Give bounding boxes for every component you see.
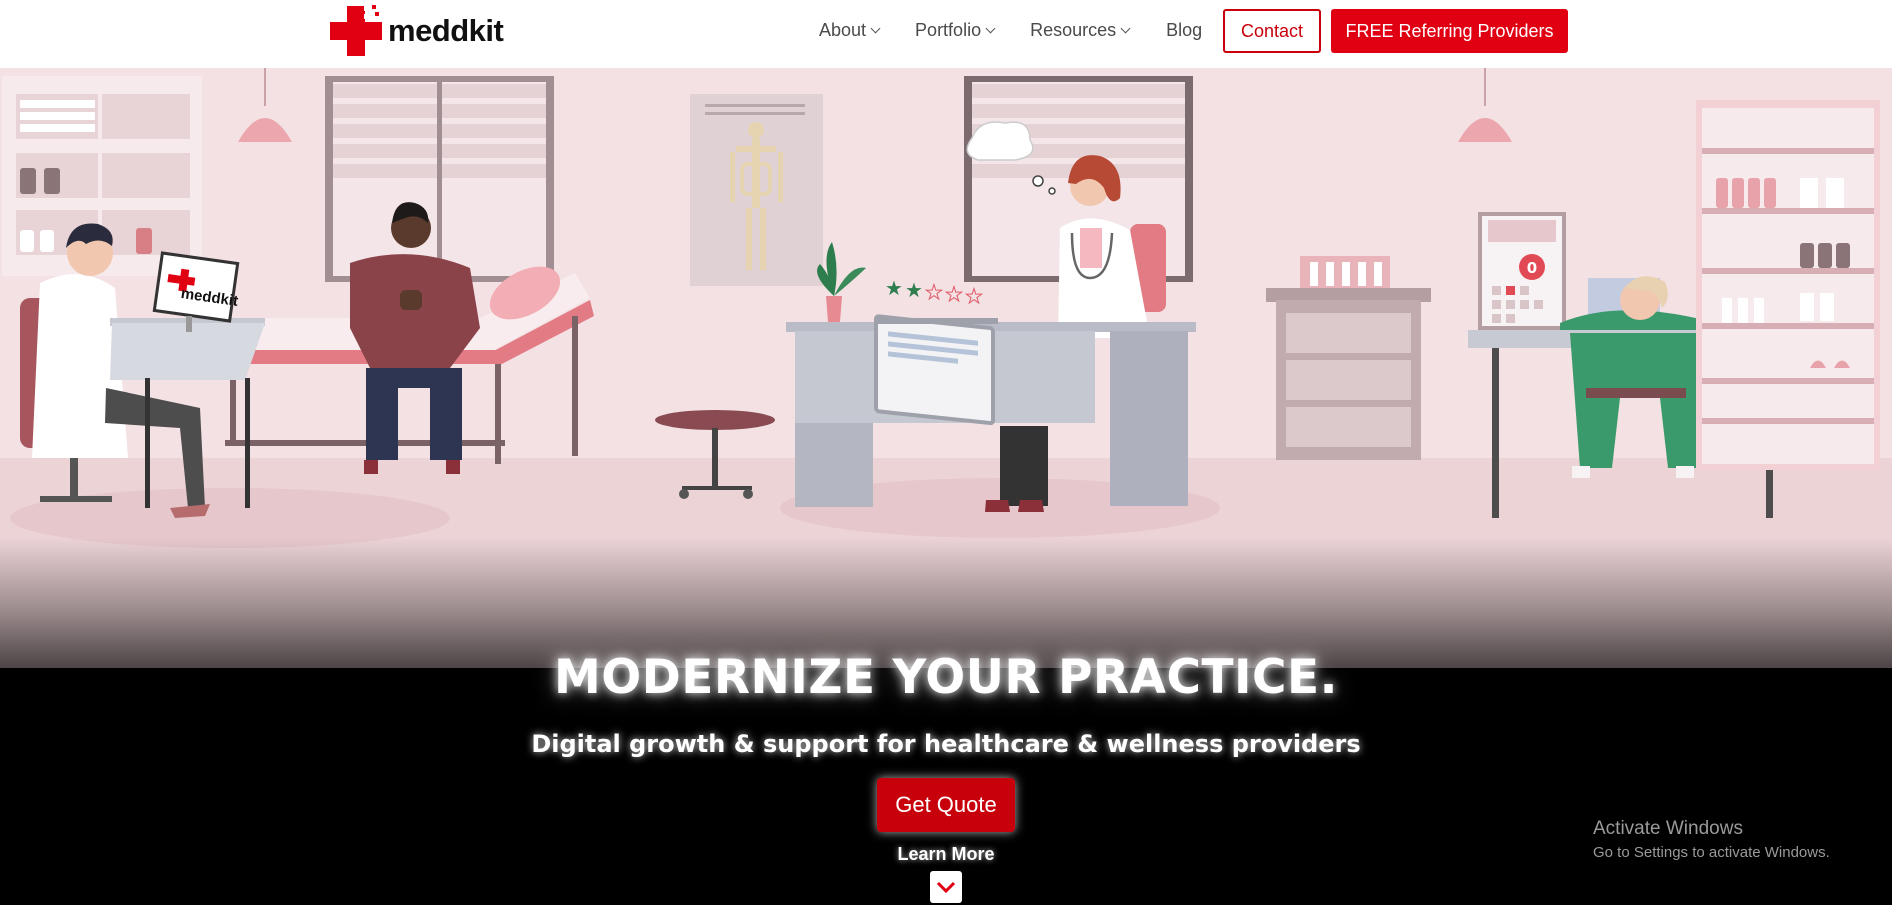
nav-portfolio[interactable]: Portfolio — [915, 20, 996, 41]
nav-about-label: About — [819, 20, 867, 40]
hero-headline: MODERNIZE YOUR PRACTICE. — [554, 650, 1338, 705]
chevron-down-icon — [1120, 23, 1131, 34]
nav-resources-label: Resources — [1030, 20, 1117, 40]
contact-button[interactable]: Contact — [1223, 9, 1321, 53]
svg-text:★: ★ — [925, 280, 943, 304]
main-nav: About Portfolio Resources Blog — [810, 0, 1202, 61]
scroll-down-button[interactable] — [930, 871, 962, 903]
medical-cross-logo-icon — [330, 5, 382, 56]
nav-blog-label: Blog — [1166, 20, 1203, 40]
skeleton-poster — [690, 94, 823, 286]
nav-about[interactable]: About — [819, 20, 881, 41]
activate-windows-subtitle: Go to Settings to activate Windows. — [1593, 844, 1830, 861]
right-shelving — [1696, 100, 1880, 470]
window-left — [325, 76, 554, 282]
hero-subheadline: Digital growth & support for healthcare … — [531, 730, 1361, 758]
svg-text:★: ★ — [885, 276, 903, 300]
chevron-down-icon — [936, 881, 956, 894]
calendar-badge: 0 — [1527, 259, 1537, 277]
free-referring-providers-button[interactable]: FREE Referring Providers — [1331, 9, 1568, 53]
hero-section: meddkit ★ ★ ★ ★ ★ 0 MODERNIZE YOUR PRACT… — [0, 68, 1892, 905]
svg-text:★: ★ — [965, 284, 983, 308]
nav-portfolio-label: Portfolio — [915, 20, 982, 40]
activate-windows-watermark: Activate Windows Go to Settings to activ… — [1593, 818, 1830, 861]
site-header: meddkit About Portfolio Resources Blog C… — [0, 0, 1892, 68]
chevron-down-icon — [870, 23, 881, 34]
nav-resources[interactable]: Resources — [1030, 20, 1131, 41]
brand-name: meddkit — [388, 13, 504, 48]
svg-text:★: ★ — [945, 282, 963, 306]
get-quote-button[interactable]: Get Quote — [877, 778, 1015, 832]
meddkit-logo[interactable]: meddkit — [328, 2, 504, 60]
nav-blog[interactable]: Blog — [1166, 20, 1202, 41]
chevron-down-icon — [985, 23, 996, 34]
svg-text:★: ★ — [905, 278, 923, 302]
activate-windows-title: Activate Windows — [1593, 818, 1743, 839]
